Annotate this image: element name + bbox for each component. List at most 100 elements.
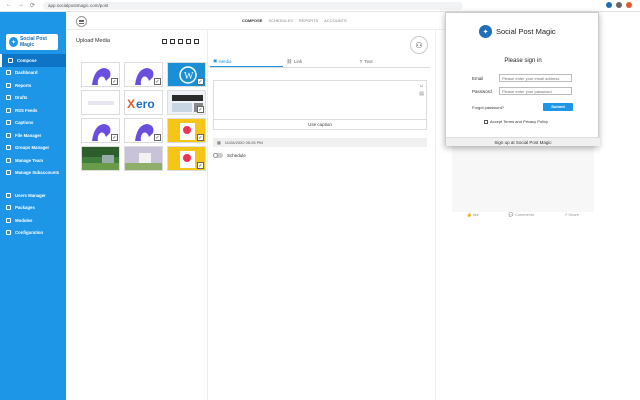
tab-label: Media — [219, 58, 232, 64]
media-thumb[interactable]: ✓ — [167, 90, 206, 115]
folder-icon[interactable] — [170, 39, 175, 44]
sidebar-item-packages[interactable]: Packages — [0, 202, 66, 215]
pencil-icon — [8, 57, 13, 63]
popup-brand: ✦ Social Post Magic — [479, 25, 556, 38]
schedule-datetime-field[interactable]: ▦ 11/26/2020 05:26 PM — [213, 138, 427, 147]
sidebar-item-groups-manager[interactable]: Groups Manager — [0, 142, 66, 155]
sidebar-item-configuration[interactable]: Configuration — [0, 227, 66, 240]
sidebar-item-label: Manage Subaccounts — [15, 170, 60, 176]
accept-checkbox[interactable] — [484, 119, 488, 124]
media-thumb[interactable] — [124, 146, 163, 171]
media-thumb[interactable]: ✓ — [124, 62, 163, 87]
text-icon: T — [359, 59, 363, 64]
save-icon[interactable]: ▤ — [419, 91, 424, 97]
preview-actions: 👍 like 💬 Comments ↗ Share — [452, 212, 594, 217]
tab-accounts[interactable]: ACCOUNTS — [324, 18, 346, 23]
email-label: Email — [472, 75, 484, 81]
logo-icon: ✦ — [9, 37, 18, 47]
add-account-icon[interactable]: ⚇ — [410, 36, 428, 54]
sidebar-item-manage-subaccounts[interactable]: Manage Subaccounts — [0, 167, 66, 180]
rss-icon — [6, 107, 11, 113]
sidebar-item-reports[interactable]: Reports — [0, 79, 66, 92]
sidebar-item-modules[interactable]: Modules — [0, 214, 66, 227]
tab-text[interactable]: T Text — [357, 56, 430, 67]
file-icon[interactable] — [162, 39, 167, 44]
faded-logo-image — [88, 101, 114, 105]
calendar-icon: ▦ — [217, 140, 221, 145]
image-icon[interactable] — [178, 39, 183, 44]
dropbox-icon[interactable] — [194, 39, 199, 44]
media-thumb[interactable]: ✓ — [167, 118, 206, 143]
sidebar: ✦ Social Post Magic Compose Dashboard Re… — [0, 12, 66, 400]
email-field[interactable] — [499, 74, 572, 82]
sidebar-item-rss-feeds[interactable]: RSS Feeds — [0, 104, 66, 117]
media-thumb[interactable]: ✓ — [167, 146, 206, 171]
post-content-area[interactable]: ☺ ▤ — [213, 80, 427, 120]
select-checkbox[interactable]: ✓ — [154, 78, 161, 85]
schedule-toggle[interactable] — [213, 153, 223, 158]
sidebar-item-users-manager[interactable]: Users Manager — [0, 189, 66, 202]
popup-title: Please sign in — [504, 58, 542, 64]
spm-extension-icon[interactable] — [606, 2, 612, 8]
brand-logo[interactable]: ✦ Social Post Magic — [6, 34, 58, 50]
comments-action: 💬 Comments — [508, 212, 535, 217]
sidebar-item-file-manager[interactable]: File Manager — [0, 129, 66, 142]
composer-panel: ▣ Media ⛓ Link T Text ☺ ▤ Use caption ▦ 11/… — [210, 56, 430, 158]
sidebar-item-dashboard[interactable]: Dashboard — [0, 67, 66, 80]
profile-avatar[interactable] — [626, 2, 632, 8]
sidebar-menu: Compose Dashboard Reports Drafts RSS Fee… — [0, 54, 66, 239]
sidebar-item-label: Groups Manager — [15, 145, 50, 151]
sidebar-item-captions[interactable]: Captions — [0, 117, 66, 130]
submit-button[interactable]: Submit — [543, 103, 573, 111]
tab-link[interactable]: ⛓ Link — [283, 56, 356, 67]
tab-media[interactable]: ▣ Media — [210, 56, 284, 67]
select-checkbox[interactable]: ✓ — [111, 134, 118, 141]
select-checkbox[interactable]: ✓ — [197, 106, 204, 113]
extension-icon[interactable] — [616, 2, 622, 8]
chart-icon — [6, 82, 11, 88]
reload-icon[interactable]: ⟳ — [30, 2, 35, 9]
tab-reports[interactable]: REPORTS — [299, 18, 318, 23]
emoji-icon[interactable]: ☺ — [419, 83, 424, 89]
media-thumb[interactable]: ✓ — [81, 118, 120, 143]
sidebar-item-compose[interactable]: Compose — [0, 54, 66, 67]
sidebar-item-label: File Manager — [15, 132, 42, 138]
media-thumb[interactable]: ✓ — [81, 62, 120, 87]
media-thumb[interactable]: ✓ — [124, 118, 163, 143]
signup-link[interactable]: Sign up at Social Post Magic — [446, 137, 600, 146]
back-icon[interactable]: ← — [6, 2, 12, 9]
extensions-area — [606, 2, 632, 8]
forgot-password-link[interactable]: Forgot password? — [472, 105, 504, 110]
select-checkbox[interactable]: ✓ — [197, 134, 204, 141]
address-bar[interactable]: app.socialpostmagic.com/post — [43, 1, 464, 10]
use-caption-button[interactable]: Use caption — [213, 120, 427, 130]
tab-compose[interactable]: COMPOSE — [242, 18, 262, 23]
accept-terms-row: Accept Terms and Privacy Policy — [484, 119, 548, 124]
media-thumb[interactable]: W ✓ — [167, 62, 206, 87]
media-thumb[interactable]: Xero — [124, 90, 163, 115]
forward-icon[interactable]: → — [18, 2, 24, 9]
sidebar-item-label: Users Manager — [15, 192, 46, 198]
dashboard-icon — [6, 70, 11, 76]
team-icon — [6, 157, 11, 163]
select-checkbox[interactable]: ✓ — [197, 162, 204, 169]
select-checkbox[interactable]: ✓ — [111, 78, 118, 85]
sidebar-item-label: Configuration — [15, 230, 44, 236]
sidebar-item-drafts[interactable]: Drafts — [0, 92, 66, 105]
svg-text:W: W — [184, 71, 194, 82]
menu-toggle-icon[interactable] — [76, 16, 87, 27]
media-thumb[interactable] — [81, 146, 120, 171]
cloud-icon[interactable] — [186, 39, 191, 44]
select-checkbox[interactable]: ✓ — [154, 134, 161, 141]
garden-photo-image — [82, 147, 119, 170]
select-checkbox[interactable]: ✓ — [197, 78, 204, 85]
sidebar-item-label: Reports — [15, 82, 32, 88]
password-field[interactable] — [499, 87, 572, 95]
email-row: Email — [472, 74, 572, 82]
brand-name: Social Post Magic — [496, 27, 556, 36]
xero-logo-image: Xero — [127, 97, 155, 111]
sidebar-item-manage-team[interactable]: Manage Team — [0, 154, 66, 167]
divider — [207, 30, 208, 400]
media-thumb[interactable] — [81, 90, 120, 115]
tab-schedules[interactable]: SCHEDULES — [268, 18, 292, 23]
